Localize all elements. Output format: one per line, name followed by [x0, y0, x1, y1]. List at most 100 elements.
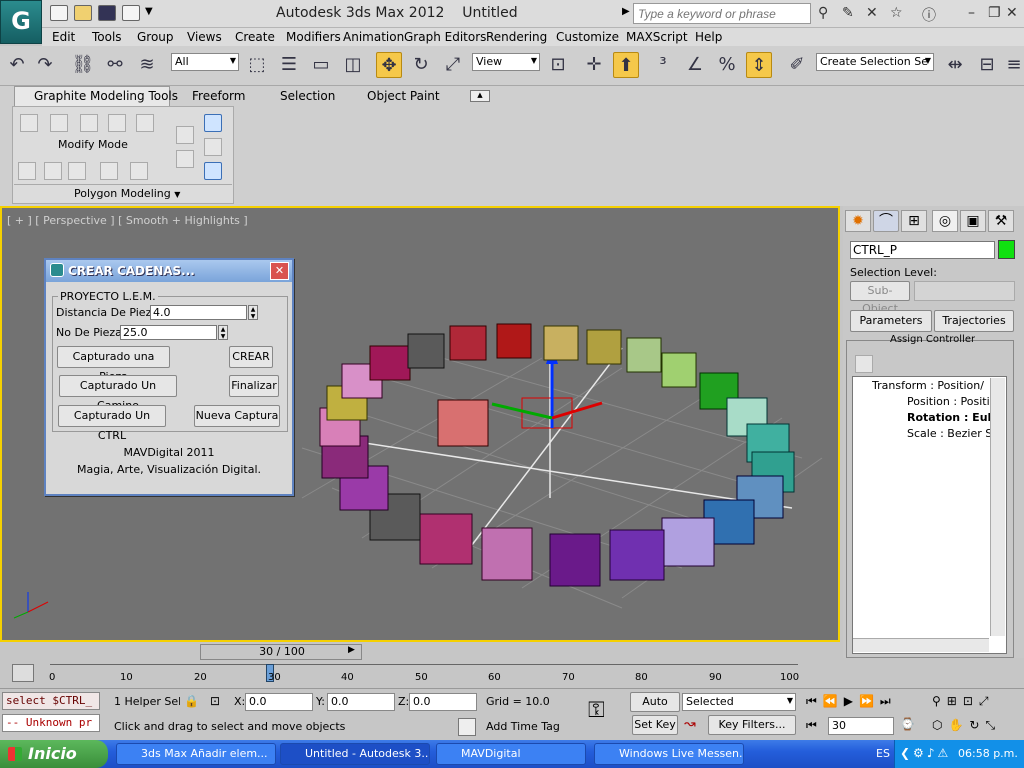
- viewport-label-menu[interactable]: [ + ] [ Perspective ] [ Smooth + Highlig…: [7, 214, 248, 227]
- ribbon-tab-object-paint[interactable]: Object Paint: [367, 89, 440, 103]
- favorites-star-icon[interactable]: ☆: [890, 5, 903, 21]
- absolute-mode-icon[interactable]: ⊡: [210, 694, 220, 708]
- use-nurms-icon[interactable]: [130, 162, 148, 180]
- save-file-icon[interactable]: [98, 5, 116, 21]
- menu-graph-editors[interactable]: Graph Editors: [404, 30, 486, 44]
- time-tag-icon[interactable]: [458, 718, 476, 736]
- time-ruler[interactable]: 0 10 20 30 40 50 60 70 80 90 100: [40, 662, 800, 688]
- set-key-mode-icon[interactable]: ⚿: [588, 698, 605, 723]
- key-filters-button[interactable]: Key Filters...: [708, 715, 796, 735]
- select-and-move-icon[interactable]: ✥: [376, 52, 402, 78]
- taskbar-item-3dsmax[interactable]: Untitled - Autodesk 3...: [280, 743, 430, 765]
- menu-animation[interactable]: Animation: [343, 30, 404, 44]
- menu-tools[interactable]: Tools: [92, 30, 122, 44]
- capture-ctrl-button[interactable]: Capturado Un CTRL: [58, 405, 166, 442]
- menu-group[interactable]: Group: [137, 30, 174, 44]
- select-and-scale-icon[interactable]: ⤢: [440, 52, 466, 78]
- undo-history-icon[interactable]: [122, 5, 140, 21]
- menu-edit[interactable]: Edit: [52, 30, 75, 44]
- menu-help[interactable]: Help: [695, 30, 722, 44]
- next-modifier-icon[interactable]: [44, 162, 62, 180]
- undo-icon[interactable]: ↶: [4, 52, 30, 78]
- finish-button[interactable]: Finalizar: [229, 375, 279, 397]
- hierarchy-panel-icon[interactable]: ⊞: [901, 210, 927, 232]
- maxscript-listener-line2[interactable]: -- Unknown pr: [2, 714, 100, 732]
- current-frame-input[interactable]: 30: [828, 717, 894, 735]
- sub-object-dropdown[interactable]: [914, 281, 1015, 301]
- ribbon-minimize-icon[interactable]: ▲: [470, 90, 490, 102]
- selection-filter-dropdown[interactable]: All: [171, 53, 239, 71]
- new-capture-button[interactable]: Nueva Captura: [194, 405, 280, 427]
- count-input[interactable]: 25.0: [120, 325, 217, 340]
- tree-rotation[interactable]: Rotation : Euler: [907, 411, 990, 424]
- count-spinner[interactable]: ▲ ▼: [218, 325, 228, 340]
- x-coordinate-input[interactable]: 0.0: [245, 693, 313, 711]
- menu-create[interactable]: Create: [235, 30, 275, 44]
- create-panel-icon[interactable]: ✹: [845, 210, 871, 232]
- ignore-backfacing-icon[interactable]: [204, 162, 222, 180]
- spinner-snap-icon[interactable]: ⇕: [746, 52, 772, 78]
- distance-input[interactable]: 4.0: [150, 305, 247, 320]
- capture-piece-button[interactable]: Capturado una Pieza: [57, 346, 170, 383]
- maxscript-listener-line1[interactable]: select $CTRL_: [2, 692, 100, 710]
- sub-object-button[interactable]: Sub-Object: [850, 281, 910, 315]
- lock-selection-icon[interactable]: 🔒: [184, 694, 199, 708]
- binoculars-icon[interactable]: ⚲: [818, 5, 828, 21]
- assign-controller-rollout[interactable]: Assign Controller: [890, 334, 975, 344]
- parameters-tab[interactable]: Parameters: [850, 310, 932, 332]
- polygon-icon[interactable]: [108, 114, 126, 132]
- rectangular-selection-icon[interactable]: ▭: [308, 52, 334, 78]
- window-crossing-icon[interactable]: ◫: [340, 52, 366, 78]
- named-selection-set-dropdown[interactable]: Create Selection Se: [816, 53, 934, 71]
- menu-modifiers[interactable]: Modifiers: [286, 30, 341, 44]
- next-frame-icon[interactable]: ▶: [348, 645, 355, 655]
- modify-panel-icon[interactable]: ⌒: [873, 210, 899, 232]
- viewport-navigation-bottom[interactable]: ⬡✋↻⤡: [932, 718, 1001, 733]
- pivot-center-icon[interactable]: ⊡: [545, 52, 571, 78]
- tray-icons[interactable]: ❮⚙♪⚠: [900, 746, 951, 760]
- motion-panel-icon[interactable]: ◎: [932, 210, 958, 232]
- vertex-icon[interactable]: [20, 114, 38, 132]
- ribbon-tab-freeform[interactable]: Freeform: [192, 89, 245, 103]
- polygon-modeling-panel-label[interactable]: Polygon Modeling ▼: [74, 187, 180, 200]
- ribbon-tab-selection[interactable]: Selection: [280, 89, 335, 103]
- object-name-input[interactable]: CTRL_P: [850, 241, 995, 259]
- dialog-close-button[interactable]: ✕: [270, 262, 289, 280]
- tree-position[interactable]: Position : Position: [907, 395, 990, 408]
- quick-access-dropdown-icon[interactable]: ▼: [145, 6, 153, 17]
- close-window-icon[interactable]: ✕: [1006, 5, 1018, 21]
- menu-customize[interactable]: Customize: [556, 30, 619, 44]
- curve-icon[interactable]: ↝: [684, 716, 696, 732]
- help-icon[interactable]: ⓘ: [922, 5, 936, 25]
- tree-scrollbar[interactable]: [990, 378, 1005, 636]
- viewport-navigation-top[interactable]: ⚲⊞⊡⤢: [932, 694, 995, 709]
- restore-icon[interactable]: ❐: [988, 5, 1001, 21]
- object-color-swatch[interactable]: [998, 240, 1015, 259]
- search-input[interactable]: [633, 3, 811, 24]
- select-object-icon[interactable]: ⬚: [244, 52, 270, 78]
- taskbar-item-browser[interactable]: 3ds Max Añadir elem...: [116, 743, 276, 765]
- time-config-icon[interactable]: ⌚: [900, 717, 915, 731]
- unlink-icon[interactable]: ⚯: [102, 52, 128, 78]
- preserve-uvs-icon[interactable]: [68, 162, 86, 180]
- language-indicator[interactable]: ES: [876, 747, 890, 760]
- taskbar-item-messenger[interactable]: Windows Live Messen...: [594, 743, 744, 765]
- create-button[interactable]: CREAR: [229, 346, 273, 368]
- ribbon-tab-graphite[interactable]: Graphite Modeling Tools: [34, 89, 178, 103]
- angle-snap-icon[interactable]: ∠: [682, 52, 708, 78]
- show-end-result-icon[interactable]: [100, 162, 118, 180]
- taskbar-item-folder[interactable]: MAVDigital: [436, 743, 586, 765]
- select-by-name-icon[interactable]: ☰: [276, 52, 302, 78]
- trackbar-toggle-icon[interactable]: [12, 664, 34, 682]
- align-icon[interactable]: ⊟: [974, 52, 1000, 78]
- show-cage-icon[interactable]: [204, 114, 222, 132]
- mirror-icon[interactable]: ⇹: [942, 52, 968, 78]
- menu-views[interactable]: Views: [187, 30, 222, 44]
- keyboard-shortcut-override-icon[interactable]: ⬆: [613, 52, 639, 78]
- prev-modifier-icon[interactable]: [18, 162, 36, 180]
- redo-icon[interactable]: ↷: [32, 52, 58, 78]
- percent-snap-icon[interactable]: %: [714, 52, 740, 78]
- trajectories-tab[interactable]: Trajectories: [934, 310, 1014, 332]
- key-selection-dropdown[interactable]: Selected: [682, 693, 796, 711]
- playback-controls[interactable]: ⏮⏪▶⏩⏭: [806, 694, 897, 709]
